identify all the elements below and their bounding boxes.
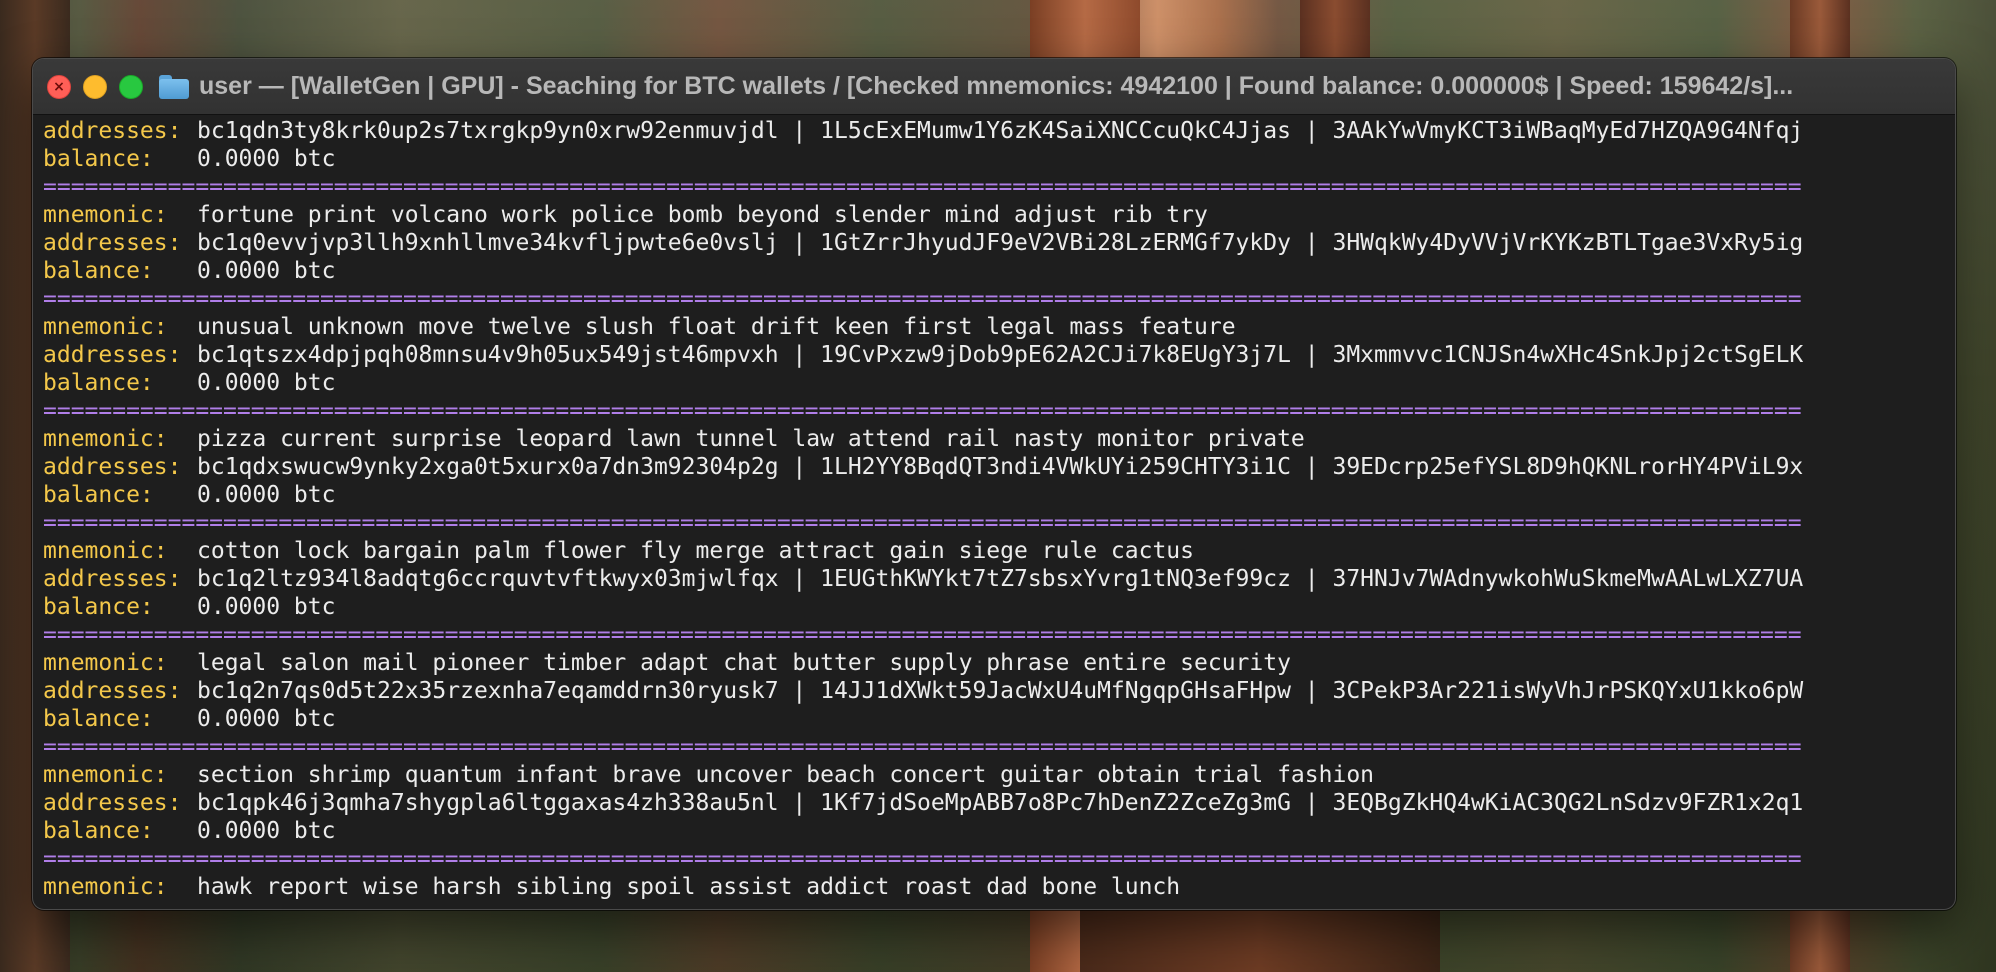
balance-label: balance: [43,482,154,508]
addresses-label: addresses: [43,118,182,144]
separator-line: ========================================… [43,174,1802,200]
balance-value: 0.0000 btc [197,706,336,732]
terminal-window: × user — [WalletGen | GPU] - Seaching fo… [32,58,1956,910]
mnemonic-label: mnemonic: [43,202,168,228]
separator-line: ========================================… [43,510,1802,536]
terminal-line-addresses: addresses: bc1qpk46j3qmha7shygpla6ltggaxa… [43,789,1955,817]
separator-line: ========================================… [43,286,1802,312]
mnemonic-value: section shrimp quantum infant brave unco… [197,762,1375,788]
addresses-value: bc1qdxswucw9ynky2xga0t5xurx0a7dn3m92304p… [197,454,1804,480]
balance-value: 0.0000 btc [197,482,336,508]
mnemonic-label: mnemonic: [43,426,168,452]
terminal-line-balance: balance: 0.0000 btc [43,257,1955,285]
mnemonic-value: legal salon mail pioneer timber adapt ch… [197,650,1291,676]
terminal-line-mnemonic: mnemonic: fortune print volcano work poli… [43,201,1955,229]
zoom-button[interactable] [119,74,143,99]
separator-line: ========================================… [43,846,1802,872]
terminal-line-mnemonic: mnemonic: legal salon mail pioneer timber… [43,649,1955,677]
balance-label: balance: [43,594,154,620]
terminal-line-balance: balance: 0.0000 btc [43,817,1955,845]
addresses-value: bc1qtszx4dpjpqh08mnsu4v9h05ux549jst46mpv… [197,342,1804,368]
addresses-label: addresses: [43,230,182,256]
mnemonic-value: cotton lock bargain palm flower fly merg… [197,538,1194,564]
terminal-line-balance: balance: 0.0000 btc [43,369,1955,397]
folder-icon [159,74,189,99]
mnemonic-value: pizza current surprise leopard lawn tunn… [197,426,1305,452]
terminal-line-addresses: addresses: bc1q2n7qs0d5t22x35rzexnha7eqam… [43,677,1955,705]
addresses-value: bc1q0evvjvp3llh9xnhllmve34kvfljpwte6e0vs… [197,230,1804,256]
mnemonic-label: mnemonic: [43,762,168,788]
terminal-output[interactable]: addresses: bc1qdn3ty8krk0up2s7txrgkp9yn0x… [33,115,1955,901]
addresses-value: bc1q2n7qs0d5t22x35rzexnha7eqamddrn30ryus… [197,678,1804,704]
terminal-line-mnemonic: mnemonic: section shrimp quantum infant b… [43,761,1955,789]
terminal-line-mnemonic: mnemonic: unusual unknown move twelve slu… [43,313,1955,341]
addresses-value: bc1q2ltz934l8adqtg6ccrquvtvftkwyx03mjwlf… [197,566,1804,592]
balance-value: 0.0000 btc [197,146,336,172]
window-titlebar[interactable]: × user — [WalletGen | GPU] - Seaching fo… [33,59,1955,115]
close-button[interactable]: × [47,74,71,99]
addresses-label: addresses: [43,678,182,704]
terminal-line-balance: balance: 0.0000 btc [43,145,1955,173]
terminal-line-mnemonic: mnemonic: pizza current surprise leopard … [43,425,1955,453]
mnemonic-value: fortune print volcano work police bomb b… [197,202,1208,228]
terminal-line-balance: balance: 0.0000 btc [43,481,1955,509]
minimize-button[interactable] [83,74,107,99]
separator-line: ========================================… [43,622,1802,648]
mnemonic-label: mnemonic: [43,314,168,340]
addresses-value: bc1qdn3ty8krk0up2s7txrgkp9yn0xrw92enmuvj… [197,118,1804,144]
window-title: user — [WalletGen | GPU] - Seaching for … [159,72,1793,101]
terminal-line-mnemonic: mnemonic: hawk report wise harsh sibling … [43,873,1955,901]
mnemonic-value: unusual unknown move twelve slush float … [197,314,1236,340]
balance-value: 0.0000 btc [197,818,336,844]
terminal-line-addresses: addresses: bc1q2ltz934l8adqtg6ccrquvtvftk… [43,565,1955,593]
addresses-value: bc1qpk46j3qmha7shygpla6ltggaxas4zh338au5… [197,790,1804,816]
addresses-label: addresses: [43,454,182,480]
mnemonic-label: mnemonic: [43,538,168,564]
balance-label: balance: [43,706,154,732]
mnemonic-label: mnemonic: [43,650,168,676]
terminal-line-addresses: addresses: bc1qdn3ty8krk0up2s7txrgkp9yn0x… [43,117,1955,145]
addresses-label: addresses: [43,566,182,592]
separator-line: ========================================… [43,398,1802,424]
mnemonic-value: hawk report wise harsh sibling spoil ass… [197,874,1181,900]
addresses-label: addresses: [43,342,182,368]
mnemonic-label: mnemonic: [43,874,168,900]
balance-value: 0.0000 btc [197,370,336,396]
addresses-label: addresses: [43,790,182,816]
window-controls: × [47,74,143,99]
balance-value: 0.0000 btc [197,258,336,284]
terminal-line-mnemonic: mnemonic: cotton lock bargain palm flower… [43,537,1955,565]
balance-value: 0.0000 btc [197,594,336,620]
balance-label: balance: [43,818,154,844]
terminal-line-addresses: addresses: bc1qdxswucw9ynky2xga0t5xurx0a7… [43,453,1955,481]
balance-label: balance: [43,370,154,396]
terminal-line-balance: balance: 0.0000 btc [43,705,1955,733]
separator-line: ========================================… [43,734,1802,760]
window-title-text: user — [WalletGen | GPU] - Seaching for … [199,72,1794,100]
terminal-line-addresses: addresses: bc1qtszx4dpjpqh08mnsu4v9h05ux5… [43,341,1955,369]
balance-label: balance: [43,258,154,284]
terminal-line-addresses: addresses: bc1q0evvjvp3llh9xnhllmve34kvfl… [43,229,1955,257]
terminal-line-balance: balance: 0.0000 btc [43,593,1955,621]
balance-label: balance: [43,146,154,172]
close-icon: × [53,78,65,95]
